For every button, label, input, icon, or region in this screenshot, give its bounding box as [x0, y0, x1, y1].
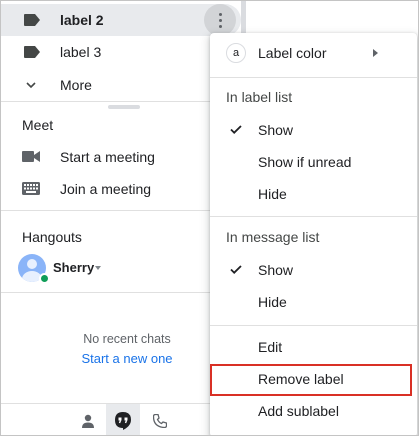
edit-label-item[interactable]: Edit — [210, 333, 417, 361]
online-status-icon — [39, 273, 50, 284]
message-list-hide-item[interactable]: Hide — [210, 288, 417, 316]
menu-item-label: Show if unread — [258, 154, 352, 170]
add-sublabel-item[interactable]: Add sublabel — [210, 397, 417, 425]
sidebar-item-label: label 2 — [60, 12, 104, 28]
videocam-icon — [22, 151, 40, 162]
hangouts-button[interactable] — [106, 404, 140, 435]
message-list-show-item[interactable]: Show — [210, 256, 417, 284]
hangouts-icon — [115, 412, 131, 430]
menu-item-label: Add sublabel — [258, 403, 339, 419]
checkmark-icon — [230, 125, 242, 134]
menu-item-label: Hide — [258, 294, 287, 310]
label-options-button[interactable] — [204, 4, 236, 36]
label-context-menu: a Label color In label list Show Show if… — [210, 33, 417, 435]
hangouts-user-name[interactable]: Sherry — [53, 260, 94, 275]
in-message-list-heading: In message list — [226, 229, 320, 245]
contacts-button[interactable] — [71, 404, 105, 435]
start-meeting-label: Start a meeting — [60, 149, 155, 165]
menu-item-label: Edit — [258, 339, 283, 355]
more-label: More — [60, 77, 92, 93]
meet-section-title: Meet — [22, 117, 54, 133]
submenu-arrow-icon — [373, 49, 378, 57]
label-list-hide-item[interactable]: Hide — [210, 180, 417, 208]
phone-icon — [153, 414, 167, 428]
label-icon — [24, 46, 40, 58]
menu-item-label: Show — [258, 262, 294, 278]
more-vert-icon — [218, 11, 222, 29]
label-color-label: Label color — [258, 45, 327, 61]
menu-divider — [210, 325, 417, 326]
menu-item-label: Hide — [258, 186, 287, 202]
label-icon — [24, 14, 40, 26]
menu-item-label: Show — [258, 122, 294, 138]
hangouts-section-title: Hangouts — [22, 229, 82, 245]
caret-down-icon[interactable] — [95, 266, 101, 270]
keyboard-icon — [22, 182, 40, 195]
resize-handle[interactable] — [108, 105, 140, 109]
join-meeting-label: Join a meeting — [60, 181, 152, 197]
remove-label-highlight — [210, 364, 412, 396]
join-meeting-item[interactable]: Join a meeting — [1, 173, 241, 205]
phone-button[interactable] — [143, 404, 177, 435]
gmail-window: label 2 label 3 More Meet Start a meetin… — [0, 0, 419, 436]
person-icon — [82, 414, 94, 428]
in-label-list-heading: In label list — [226, 89, 293, 105]
sidebar-item-label: label 3 — [60, 44, 102, 60]
sidebar-item-label-3[interactable]: label 3 — [1, 36, 241, 68]
label-color-swatch: a — [226, 43, 246, 63]
sidebar-item-more[interactable]: More — [1, 68, 241, 100]
label-list-show-if-unread-item[interactable]: Show if unread — [210, 148, 417, 176]
start-meeting-item[interactable]: Start a meeting — [1, 141, 241, 173]
sidebar-item-label-2[interactable]: label 2 — [1, 4, 241, 36]
label-list-show-item[interactable]: Show — [210, 116, 417, 144]
checkmark-icon — [230, 265, 242, 274]
menu-divider — [210, 216, 417, 217]
label-color-item[interactable]: a Label color — [210, 37, 417, 69]
chevron-down-icon — [26, 82, 36, 89]
menu-divider — [210, 77, 417, 78]
